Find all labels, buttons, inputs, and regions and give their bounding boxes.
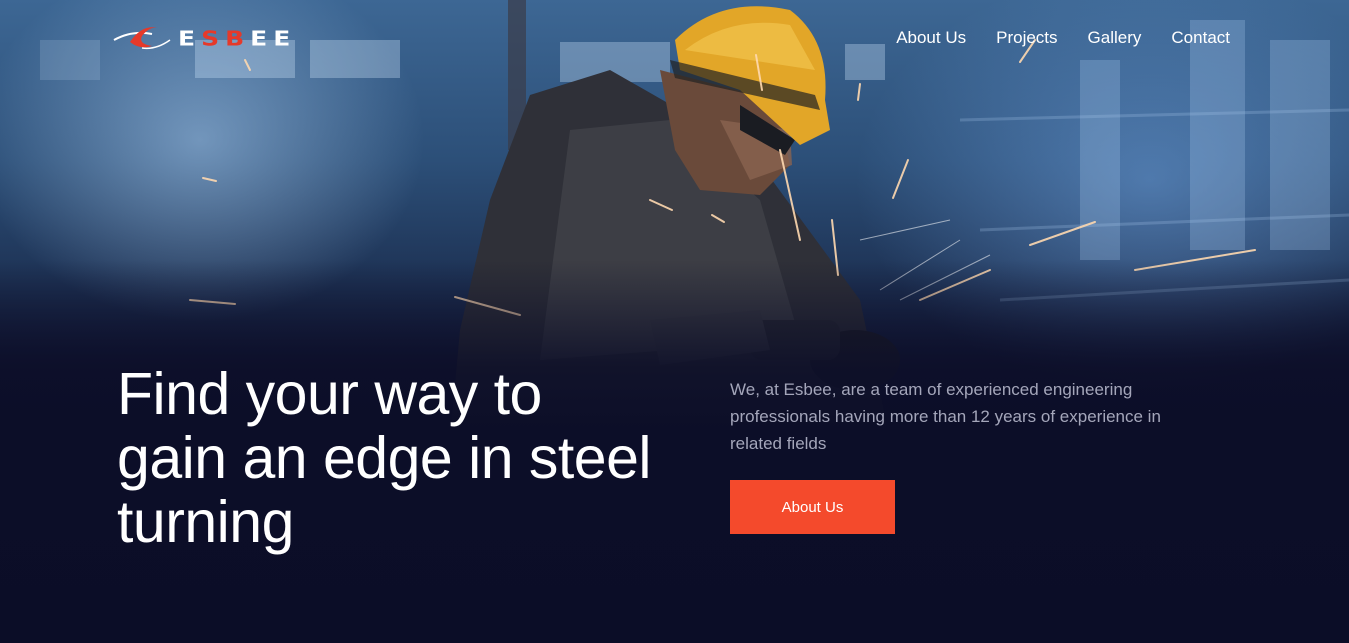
nav-link-gallery[interactable]: Gallery (1088, 26, 1142, 50)
hero-section: E SB EE About Us Projects Gallery Contac… (0, 0, 1349, 643)
nav-link-projects[interactable]: Projects (996, 26, 1057, 50)
hero-headline: Find your way to gain an edge in steel t… (117, 362, 717, 554)
headline-line: Find your way to (117, 361, 542, 427)
brand-wordmark-part: E (178, 26, 202, 50)
headline-line: turning (117, 489, 294, 555)
brand-wordmark-accent: SB (201, 26, 251, 50)
brand-wordmark-part: EE (250, 26, 297, 50)
main-navigation: About Us Projects Gallery Contact (896, 26, 1230, 50)
brand-wordmark: E SB EE (178, 26, 296, 50)
nav-link-about-us[interactable]: About Us (896, 26, 966, 50)
swoosh-logo-icon (113, 27, 171, 50)
hero-description: We, at Esbee, are a team of experienced … (730, 380, 1161, 453)
brand-logo[interactable]: E SB EE (112, 22, 402, 54)
about-us-button[interactable]: About Us (730, 480, 895, 534)
nav-link-contact[interactable]: Contact (1171, 26, 1230, 50)
headline-line: gain an edge in steel (117, 425, 652, 491)
